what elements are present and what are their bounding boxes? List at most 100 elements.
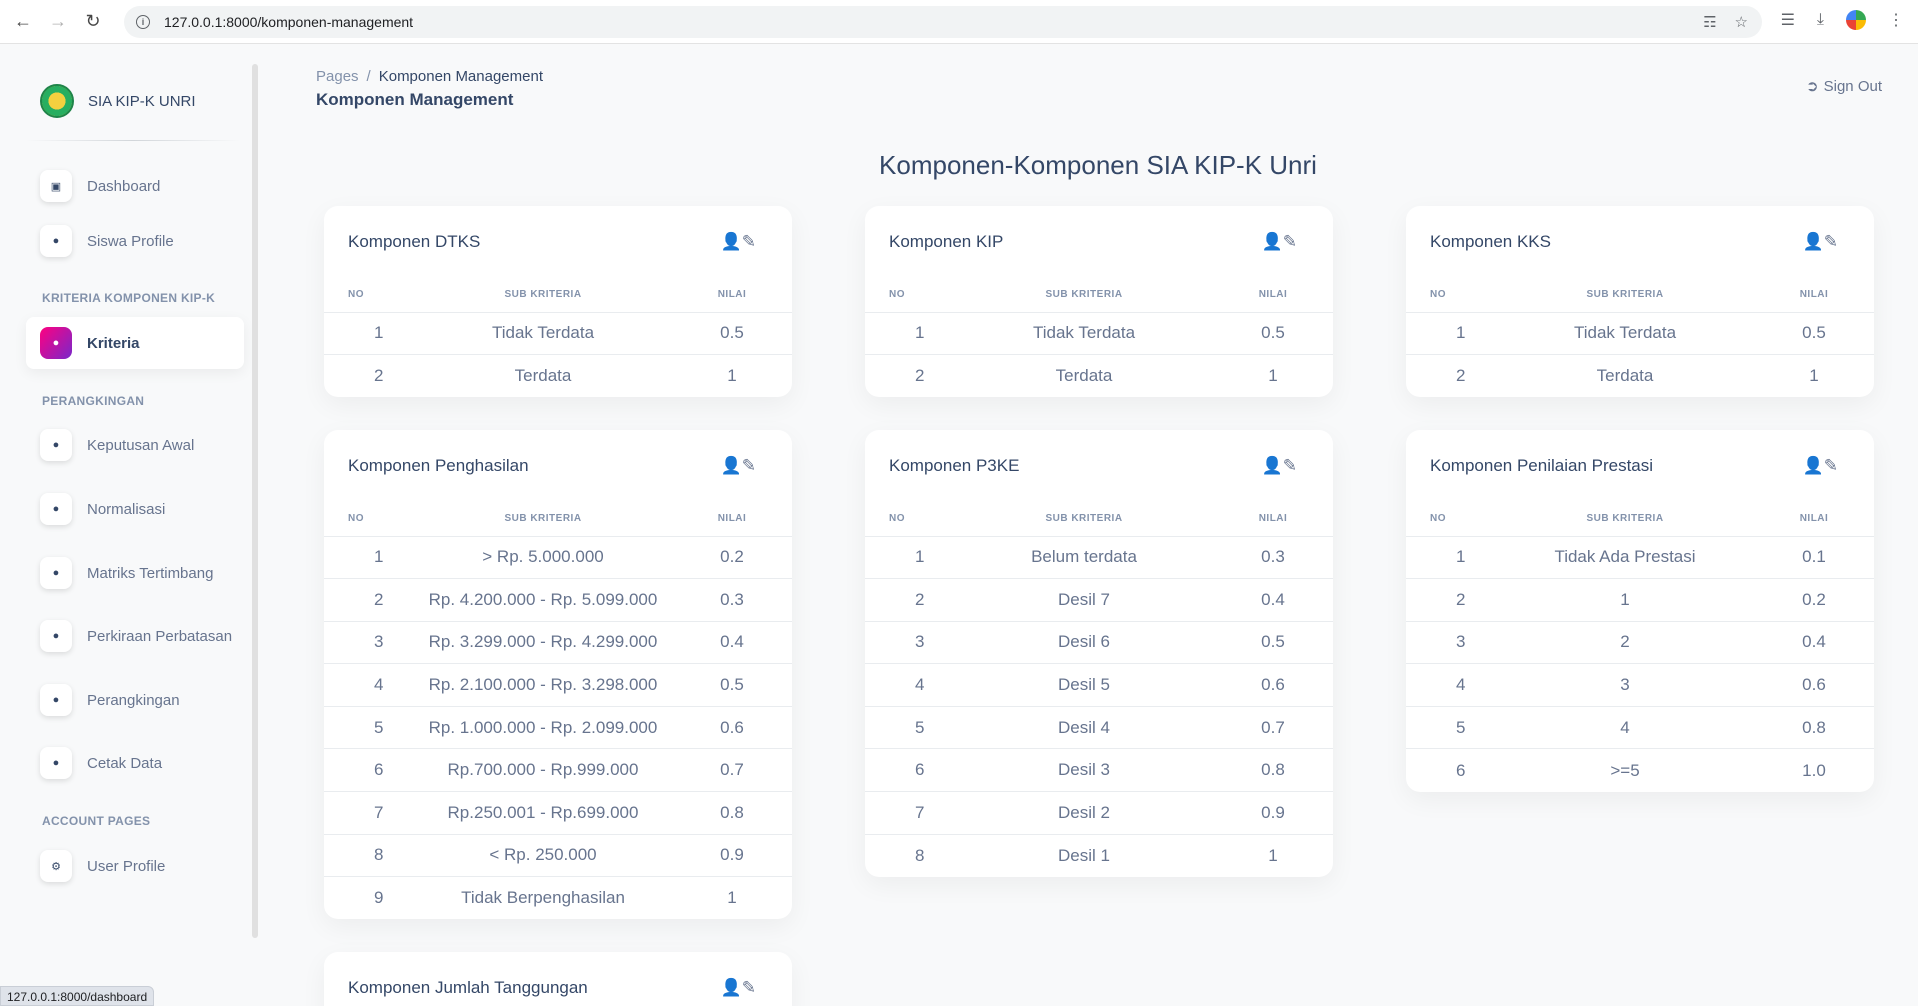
profile-avatar-icon[interactable]	[1846, 10, 1866, 30]
sidebar-item-label: User Profile	[87, 857, 166, 875]
table-row: 7 Desil 2 0.9	[865, 791, 1333, 835]
cell-sub-kriteria: Tidak Terdata	[955, 312, 1213, 356]
sidebar-scrollbar[interactable]	[252, 64, 258, 938]
bookmark-star-icon[interactable]: ☆	[1735, 13, 1748, 31]
cell-sub-kriteria: >=5	[1610, 760, 1640, 780]
cell-sub-kriteria: Rp.700.000 - Rp.999.000	[414, 748, 672, 793]
reload-icon[interactable]: ↻	[80, 9, 106, 35]
sidebar-item-matriks-tertimbang[interactable]: ● Matriks Tertimbang	[26, 547, 244, 599]
col-no: NO	[324, 278, 414, 313]
sidebar-item-cetak-data[interactable]: ● Cetak Data	[26, 737, 244, 789]
cell-sub-kriteria: Belum terdata	[955, 536, 1213, 580]
cell-nilai: 0.4	[1213, 578, 1333, 622]
cell-sub-kriteria: 3	[1496, 663, 1754, 707]
cell-sub-kriteria: Desil 4	[955, 706, 1213, 750]
forward-icon[interactable]: →	[45, 9, 71, 35]
cell-nilai: 0.9	[1213, 791, 1333, 835]
cell-sub-kriteria: Desil 2	[955, 791, 1213, 835]
card-title: Komponen Penghasilan	[348, 456, 529, 475]
cell-no: 1	[865, 536, 955, 580]
komponen-table: NO SUB KRITERIA NILAI 1 Tidak Terdata 0.…	[1406, 278, 1874, 397]
cell-no: 2	[374, 366, 384, 386]
main-heading: Komponen-Komponen SIA KIP-K Unri	[879, 150, 1317, 180]
table-row: 2 Terdata 1	[1406, 355, 1874, 398]
site-info-icon[interactable]: i	[136, 15, 150, 29]
cell-sub-kriteria: 2	[1496, 621, 1754, 665]
cell-no: 1	[1406, 312, 1496, 356]
edit-user-icon[interactable]: 👤✎	[1803, 456, 1838, 476]
cell-sub-kriteria: Tidak Ada Prestasi	[1496, 536, 1754, 580]
edit-user-icon[interactable]: 👤✎	[721, 978, 756, 998]
breadcrumb-root[interactable]: Pages	[316, 68, 359, 85]
download-icon[interactable]: ⤓	[1817, 11, 1824, 29]
user-icon: ●	[40, 557, 72, 589]
sidebar-item-label: Cetak Data	[87, 754, 163, 772]
col-no: NO	[865, 502, 955, 537]
edit-user-icon[interactable]: 👤✎	[1803, 232, 1838, 252]
edit-user-icon[interactable]: 👤✎	[1262, 232, 1297, 252]
edit-user-icon[interactable]: 👤✎	[1262, 456, 1297, 476]
card-header: Komponen KKS 👤✎	[1406, 206, 1874, 278]
sidebar-item-label: Matriks Tertimbang	[87, 564, 214, 582]
cell-nilai: 0.5	[672, 312, 792, 356]
table-row: 1 Tidak Terdata 0.5	[324, 312, 792, 356]
translate-icon[interactable]: ☶	[1703, 13, 1716, 31]
col-sub-kriteria: SUB KRITERIA	[955, 278, 1213, 313]
sidebar-item-normalisasi[interactable]: ● Normalisasi	[26, 483, 244, 535]
breadcrumb-separator: /	[366, 68, 371, 85]
edit-user-icon[interactable]: 👤✎	[721, 232, 756, 252]
komponen-table: NO SUB KRITERIA NILAI 1 > Rp. 5.000.000 …	[324, 502, 792, 919]
sidebar-item-perkiraan-perbatasan[interactable]: ● Perkiraan Perbatasan	[26, 610, 244, 662]
komponen-table: NO SUB KRITERIA NILAI 1 Belum terdata 0.…	[865, 502, 1333, 877]
cell-no: 8	[324, 834, 414, 878]
komponen-card: Komponen DTKS 👤✎ NO SUB KRITERIA NILAI 1…	[324, 206, 792, 398]
sidebar-item-keputusan-awal[interactable]: ● Keputusan Awal	[26, 419, 244, 471]
komponen-table: NO SUB KRITERIA NILAI 1 Tidak Ada Presta…	[1406, 502, 1874, 792]
table-row: 2 Desil 7 0.4	[865, 578, 1333, 622]
cell-sub-kriteria: Tidak Terdata	[1496, 312, 1754, 356]
komponen-card: Komponen P3KE 👤✎ NO SUB KRITERIA NILAI 1…	[865, 430, 1333, 877]
user-icon: ●	[40, 747, 72, 779]
cell-no: 6	[1456, 760, 1466, 780]
cell-nilai: 1	[1809, 366, 1819, 386]
table-row: 6 Desil 3 0.8	[865, 748, 1333, 793]
card-header: Komponen Penilaian Prestasi 👤✎	[1406, 430, 1874, 502]
col-nilai: NILAI	[1754, 278, 1874, 313]
cell-no: 9	[374, 888, 384, 908]
cell-nilai: 0.2	[672, 536, 792, 580]
cell-no: 1	[324, 312, 414, 356]
cell-nilai: 0.5	[1213, 312, 1333, 356]
sidebar-item-user-profile[interactable]: ⚙ User Profile	[26, 840, 244, 892]
sidebar-section-perangkingan: PERANGKINGAN	[42, 394, 145, 408]
sidebar-item-kriteria[interactable]: ● Kriteria	[26, 317, 244, 369]
komponen-card: Komponen KKS 👤✎ NO SUB KRITERIA NILAI 1 …	[1406, 206, 1874, 398]
brand[interactable]: SIA KIP-K UNRI	[40, 84, 196, 118]
unri-logo-icon	[40, 84, 74, 118]
sign-out-button[interactable]: ➲ Sign Out	[1806, 77, 1882, 96]
edit-user-icon[interactable]: 👤✎	[721, 456, 756, 476]
cell-sub-kriteria: Rp. 4.200.000 - Rp. 5.099.000	[414, 578, 672, 622]
cell-sub-kriteria: Desil 3	[955, 748, 1213, 793]
back-icon[interactable]: ←	[10, 9, 36, 35]
sidebar-divider	[26, 140, 240, 141]
sidebar-item-siswa-profile[interactable]: ● Siswa Profile	[26, 215, 244, 267]
sidebar-item-label: Kriteria	[87, 334, 140, 352]
table-row: 1 > Rp. 5.000.000 0.2	[324, 536, 792, 580]
cell-nilai: 0.3	[672, 578, 792, 622]
table-row: 8 Desil 1 1	[865, 834, 1333, 877]
cell-sub-kriteria: Rp. 2.100.000 - Rp. 3.298.000	[414, 663, 672, 707]
table-row: 7 Rp.250.001 - Rp.699.000 0.8	[324, 791, 792, 835]
komponen-table: NO SUB KRITERIA NILAI 1 Tidak Terdata 0.…	[324, 278, 792, 397]
cell-nilai: 0.6	[1754, 663, 1874, 707]
cell-sub-kriteria: Desil 6	[955, 621, 1213, 665]
card-header: Komponen Jumlah Tanggungan 👤✎	[324, 952, 792, 1006]
cell-nilai: 1	[1268, 366, 1278, 386]
card-title: Komponen Penilaian Prestasi	[1430, 456, 1654, 475]
cell-sub-kriteria: Rp. 3.299.000 - Rp. 4.299.000	[414, 621, 672, 665]
url-text[interactable]: 127.0.0.1:8000/komponen-management	[164, 14, 413, 30]
menu-kebab-icon[interactable]: ⋮	[1888, 10, 1904, 30]
address-bar[interactable]: i 127.0.0.1:8000/komponen-management ☶ ☆	[124, 6, 1762, 38]
reading-list-icon[interactable]: ☰	[1781, 10, 1795, 30]
sidebar-item-perangkingan[interactable]: ● Perangkingan	[26, 674, 244, 726]
cell-no: 5	[865, 706, 955, 750]
